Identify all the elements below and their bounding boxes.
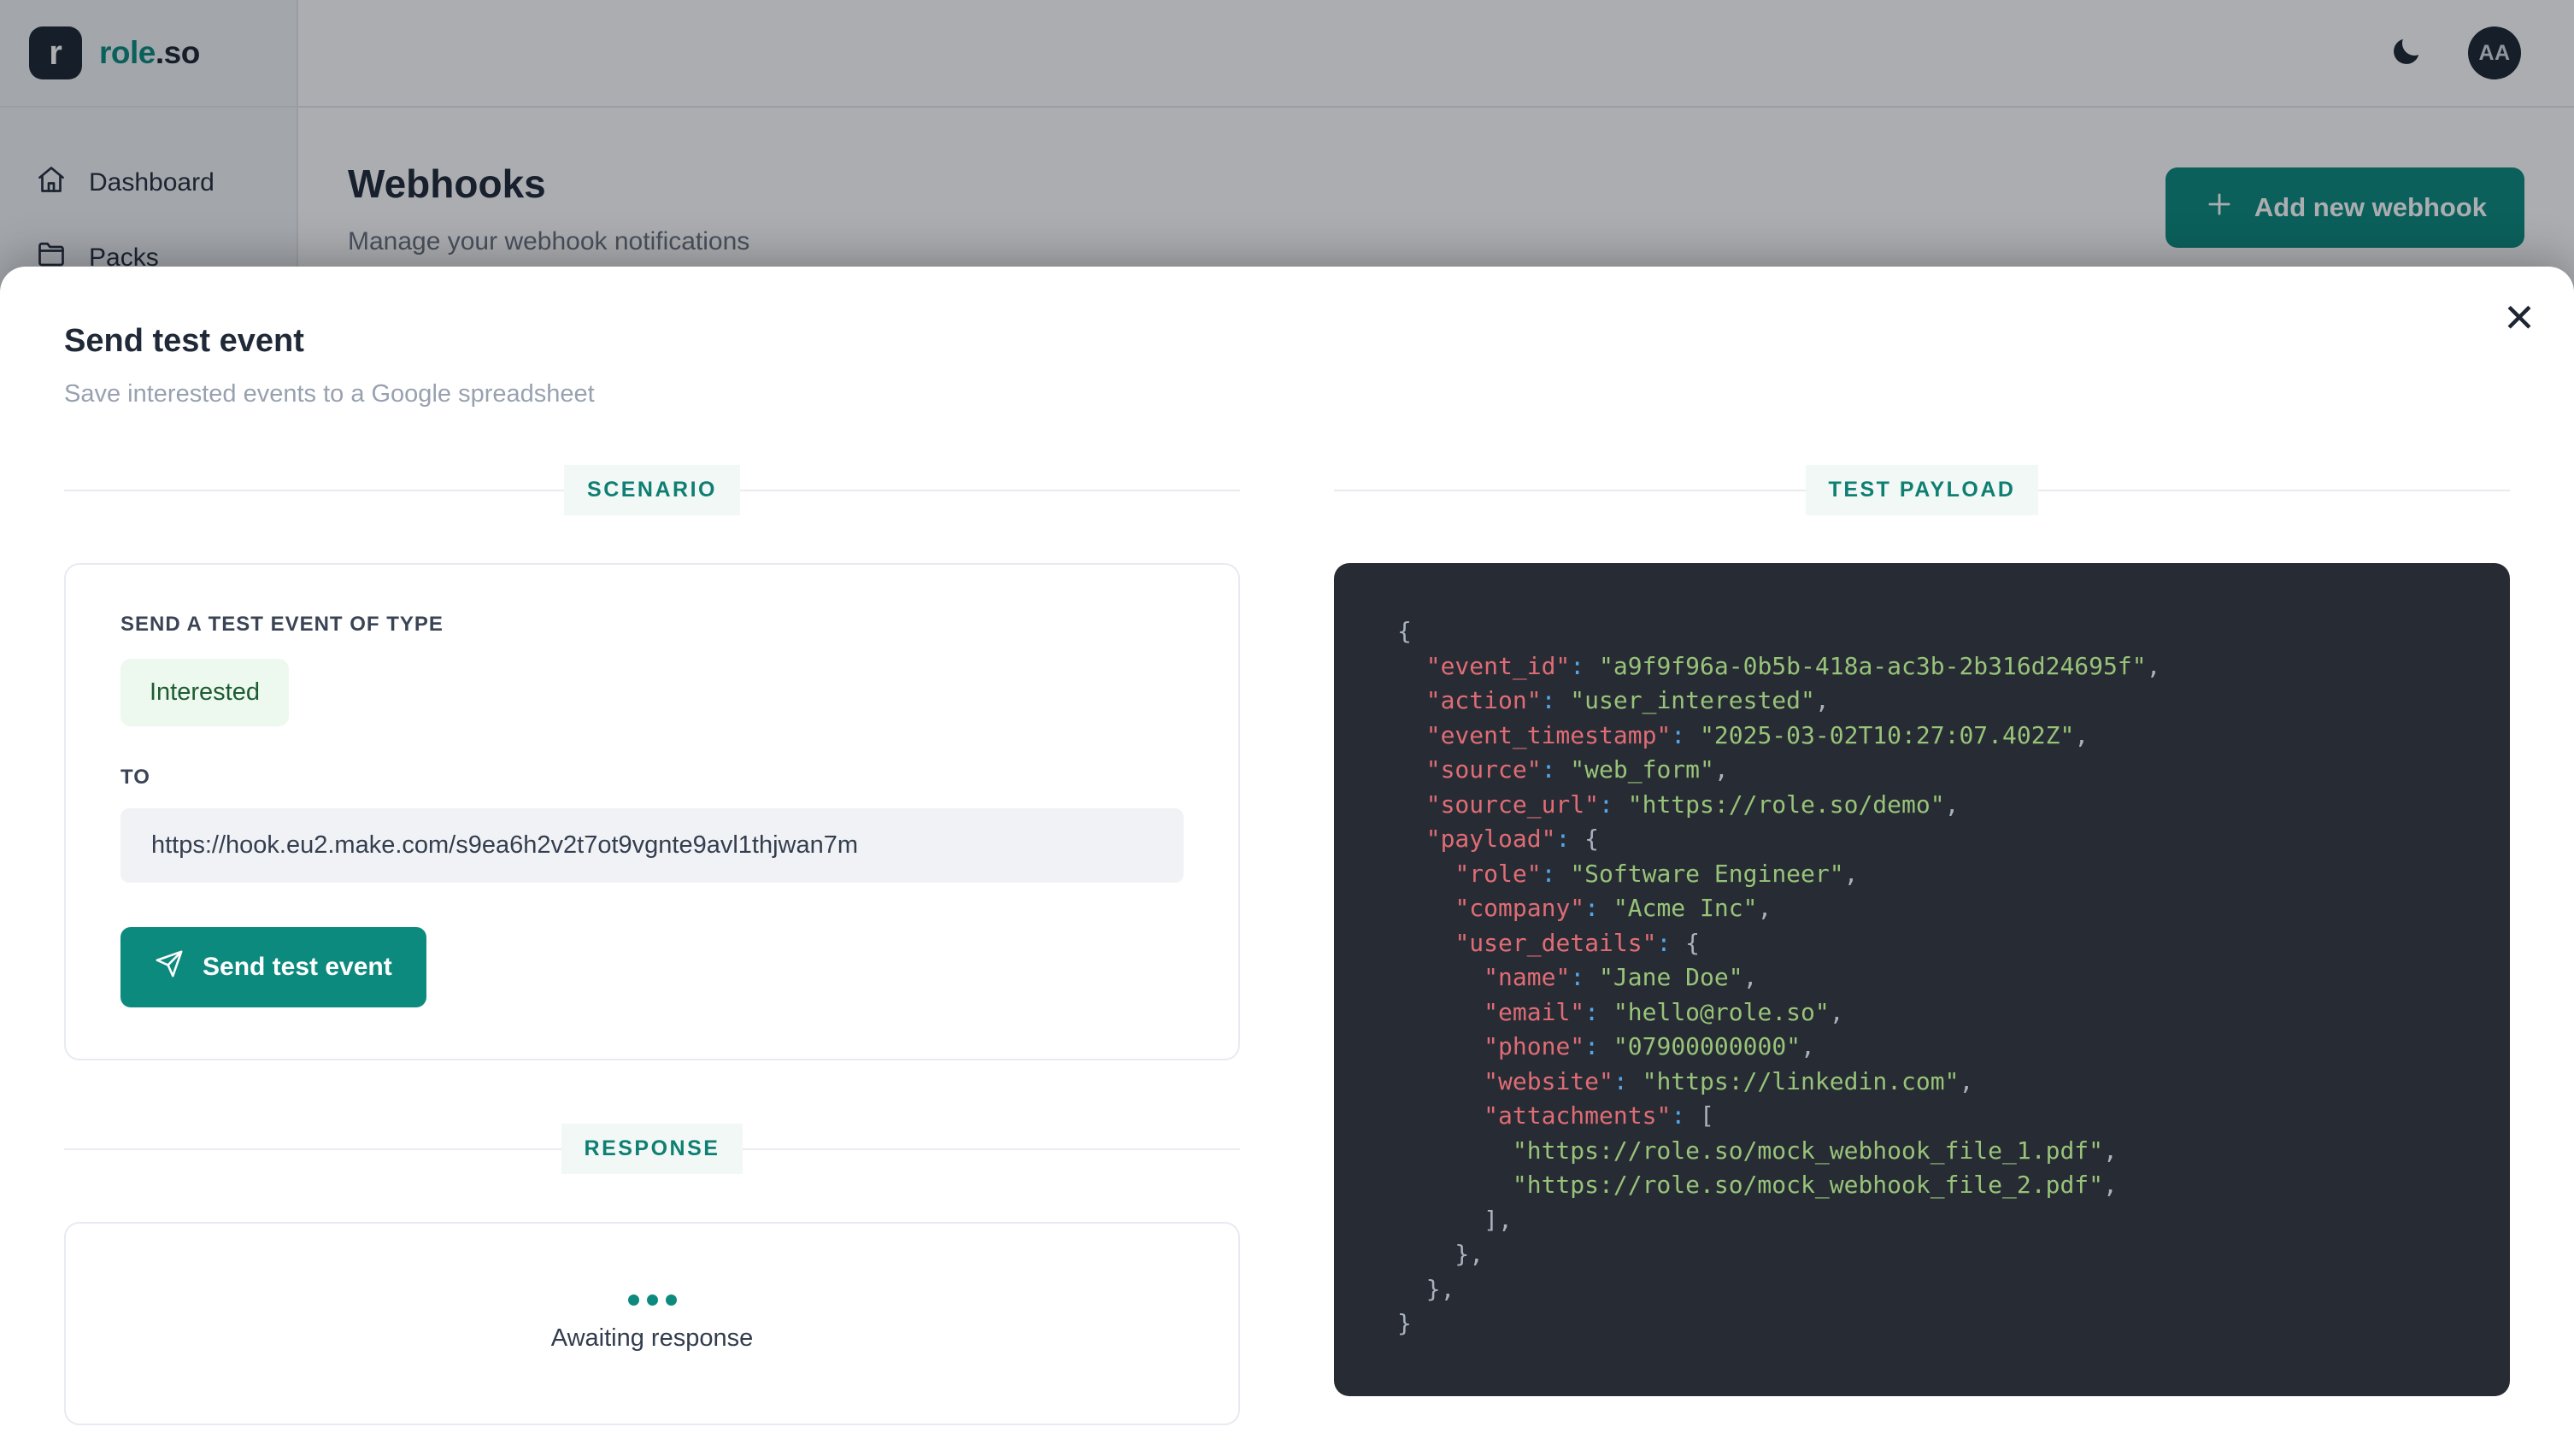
divider-line (740, 490, 1240, 491)
screen: r role.so Dashboard Packs (0, 0, 2574, 1456)
response-section-divider: RESPONSE (64, 1124, 1240, 1174)
modal-title: Send test event (64, 267, 2510, 360)
scenario-section-label: SCENARIO (564, 465, 740, 515)
payload-section-divider: TEST PAYLOAD (1334, 465, 2510, 515)
scenario-column: SCENARIO SEND A TEST EVENT OF TYPE Inter… (64, 465, 1240, 1425)
payload-column: TEST PAYLOAD { "event_id": "a9f9f96a-0b5… (1334, 465, 2510, 1425)
scenario-card: SEND A TEST EVENT OF TYPE Interested TO … (64, 563, 1240, 1060)
response-card: Awaiting response (64, 1222, 1240, 1425)
response-section-label: RESPONSE (561, 1124, 743, 1174)
send-test-event-button[interactable]: Send test event (120, 927, 426, 1007)
event-type-chip[interactable]: Interested (120, 659, 289, 726)
modal-columns: SCENARIO SEND A TEST EVENT OF TYPE Inter… (64, 465, 2510, 1425)
payload-code: { "event_id": "a9f9f96a-0b5b-418a-ac3b-2… (1397, 614, 2484, 1342)
divider-line (2038, 490, 2510, 491)
scenario-section-divider: SCENARIO (64, 465, 1240, 515)
send-test-event-modal: ✕ Send test event Save interested events… (0, 267, 2574, 1456)
event-type-label: SEND A TEST EVENT OF TYPE (120, 613, 1184, 637)
test-payload-code-block: { "event_id": "a9f9f96a-0b5b-418a-ac3b-2… (1334, 563, 2510, 1396)
close-icon[interactable]: ✕ (2494, 292, 2545, 343)
send-test-event-label: Send test event (203, 953, 392, 982)
payload-section-label: TEST PAYLOAD (1806, 465, 2039, 515)
divider-line (64, 490, 564, 491)
webhook-url-input[interactable] (120, 808, 1184, 883)
divider-line (1334, 490, 1806, 491)
divider-line (743, 1148, 1240, 1150)
modal-subtitle: Save interested events to a Google sprea… (64, 380, 2510, 408)
to-label: TO (120, 766, 1184, 790)
divider-line (64, 1148, 561, 1150)
response-status-text: Awaiting response (551, 1324, 753, 1353)
send-icon (155, 949, 184, 985)
loading-dots-icon (628, 1295, 677, 1306)
